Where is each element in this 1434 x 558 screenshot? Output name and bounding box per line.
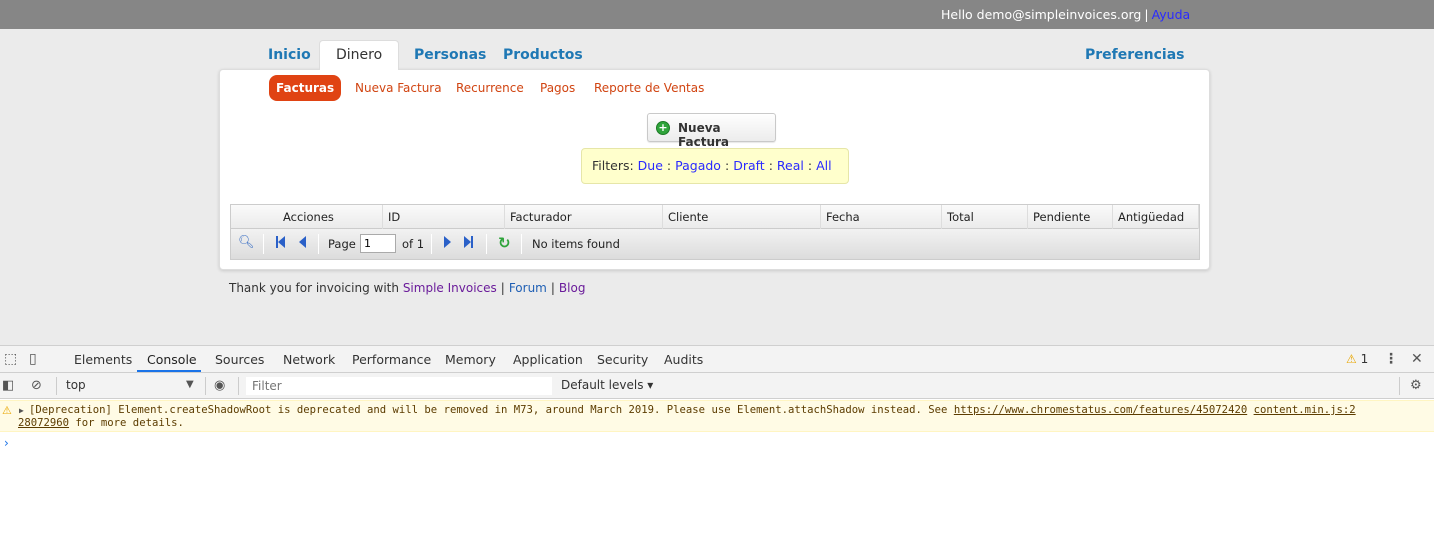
help-link[interactable]: Ayuda <box>1152 7 1191 22</box>
first-page-icon[interactable] <box>276 236 285 251</box>
page-of-label: of 1 <box>402 237 425 251</box>
user-greeting: Hello demo@simpleinvoices.org | Ayuda <box>941 7 1190 22</box>
blog-link[interactable]: Blog <box>559 281 586 295</box>
message-text-end: for more details. <box>69 417 184 429</box>
chevron-down-icon: ▼ <box>186 379 194 390</box>
warning-counter[interactable]: ⚠ 1 <box>1346 352 1368 366</box>
tab-productos[interactable]: Productos <box>503 40 583 70</box>
forum-link[interactable]: Forum <box>509 281 547 295</box>
last-page-icon[interactable] <box>464 236 473 251</box>
clear-console-icon[interactable]: ⊘ <box>31 378 42 393</box>
close-icon[interactable]: ✕ <box>1411 351 1423 367</box>
subnav-pagos[interactable]: Pagos <box>540 75 575 101</box>
filter-separator: : <box>768 158 773 173</box>
filters-box: Filters: Due: Pagado: Draft: Real: All <box>581 148 849 184</box>
console-warning-message: ⚠ ▶ [Deprecation] Element.createShadowRo… <box>0 400 1434 432</box>
filter-draft[interactable]: Draft <box>733 158 765 173</box>
warning-icon: ⚠ <box>2 404 12 417</box>
page-input[interactable] <box>360 234 396 253</box>
page-label: Page <box>328 237 356 251</box>
tab-memory[interactable]: Memory <box>445 352 496 367</box>
col-fecha[interactable]: Fecha <box>821 205 942 229</box>
filter-separator: : <box>666 158 672 173</box>
new-invoice-label: Nueva Factura <box>678 121 729 149</box>
subnav-nueva-factura[interactable]: Nueva Factura <box>355 75 442 101</box>
filter-real[interactable]: Real <box>777 158 804 173</box>
more-options-icon[interactable]: ⋮ <box>1384 351 1398 367</box>
expand-triangle-icon[interactable]: ▶ <box>19 404 24 417</box>
tab-application[interactable]: Application <box>513 352 583 367</box>
footer-separator: | <box>500 281 505 295</box>
subnav-reporte-ventas[interactable]: Reporte de Ventas <box>594 75 704 101</box>
warning-icon: ⚠ <box>1346 352 1357 366</box>
tab-elements[interactable]: Elements <box>74 352 132 367</box>
filters-label: Filters: <box>592 158 634 173</box>
content-panel: Facturas Nueva Factura Recurrence Pagos … <box>219 69 1210 270</box>
context-selector[interactable]: top <box>66 378 86 392</box>
eye-icon[interactable]: ◉ <box>214 378 225 393</box>
greeting-text: Hello demo@simpleinvoices.org <box>941 7 1142 22</box>
console-toolbar: ◧ ⊘ top ▼ ◉ Default levels ▾ ⚙ <box>0 373 1434 399</box>
refresh-icon[interactable]: ↻ <box>498 234 511 252</box>
tab-preferencias[interactable]: Preferencias <box>1085 40 1185 70</box>
col-total[interactable]: Total <box>942 205 1028 229</box>
devtools-tabbar: ⬚ ▯ Elements Console Sources Network Per… <box>0 346 1434 373</box>
main-nav: Inicio Dinero Personas Productos Prefere… <box>0 40 1434 70</box>
message-line-1: [Deprecation] Element.createShadowRoot i… <box>29 404 1356 417</box>
log-levels-dropdown[interactable]: Default levels ▾ <box>561 378 653 392</box>
console-filter-input[interactable] <box>245 376 553 396</box>
tab-network[interactable]: Network <box>283 352 335 367</box>
add-icon: + <box>656 121 670 135</box>
device-toolbar-icon[interactable]: ▯ <box>29 351 37 367</box>
footer: Thank you for invoicing with Simple Invo… <box>229 281 585 295</box>
tab-inicio[interactable]: Inicio <box>268 40 311 70</box>
devtools-panel: ⬚ ▯ Elements Console Sources Network Per… <box>0 345 1434 558</box>
inspect-element-icon[interactable]: ⬚ <box>4 351 17 367</box>
message-line-2: 28072960 for more details. <box>18 417 184 430</box>
console-prompt[interactable]: › <box>4 436 9 450</box>
source-link[interactable]: content.min.js:2 <box>1254 404 1356 416</box>
tab-dinero[interactable]: Dinero <box>319 40 400 70</box>
tab-security[interactable]: Security <box>597 352 648 367</box>
tab-console[interactable]: Console <box>147 352 197 367</box>
simple-invoices-link[interactable]: Simple Invoices <box>403 281 497 295</box>
grid-header: Acciones ID Facturador Cliente Fecha Tot… <box>231 205 1199 229</box>
tab-audits[interactable]: Audits <box>664 352 703 367</box>
warning-count: 1 <box>1360 352 1369 366</box>
col-acciones[interactable]: Acciones <box>231 205 383 229</box>
tab-performance[interactable]: Performance <box>352 352 431 367</box>
filter-pagado[interactable]: Pagado <box>675 158 721 173</box>
sidebar-toggle-icon[interactable]: ◧ <box>2 378 14 393</box>
top-bar: Hello demo@simpleinvoices.org | Ayuda <box>0 0 1434 29</box>
source-link-cont[interactable]: 28072960 <box>18 417 69 429</box>
new-invoice-button[interactable]: + Nueva Factura <box>647 113 776 149</box>
filter-due[interactable]: Due <box>638 158 663 173</box>
col-pendiente[interactable]: Pendiente <box>1028 205 1113 229</box>
search-icon[interactable]: 🔍︎ <box>238 235 255 250</box>
tab-personas[interactable]: Personas <box>414 40 486 70</box>
message-text: [Deprecation] Element.createShadowRoot i… <box>29 404 954 416</box>
col-facturador[interactable]: Facturador <box>505 205 663 229</box>
filter-all[interactable]: All <box>816 158 832 173</box>
topbar-separator: | <box>1144 7 1149 22</box>
filter-separator: : <box>724 158 730 173</box>
subnav-recurrence[interactable]: Recurrence <box>456 75 524 101</box>
active-tab-indicator <box>137 370 201 372</box>
chromestatus-link[interactable]: https://www.chromestatus.com/features/45… <box>954 404 1247 416</box>
gear-icon[interactable]: ⚙ <box>1410 378 1422 393</box>
col-cliente[interactable]: Cliente <box>663 205 821 229</box>
grid-pager: 🔍︎ Page of 1 ↻ No items found <box>231 229 1199 259</box>
tab-sources[interactable]: Sources <box>215 352 264 367</box>
empty-message: No items found <box>532 237 620 251</box>
footer-separator: | <box>550 281 555 295</box>
next-page-icon[interactable] <box>444 236 451 251</box>
col-id[interactable]: ID <box>383 205 505 229</box>
footer-text: Thank you for invoicing with <box>229 281 399 295</box>
prev-page-icon[interactable] <box>299 236 306 251</box>
invoice-grid: Acciones ID Facturador Cliente Fecha Tot… <box>230 204 1200 260</box>
col-antiguedad[interactable]: Antigüedad <box>1113 205 1199 229</box>
subnav-facturas[interactable]: Facturas <box>269 75 342 101</box>
filter-separator: : <box>807 158 813 173</box>
